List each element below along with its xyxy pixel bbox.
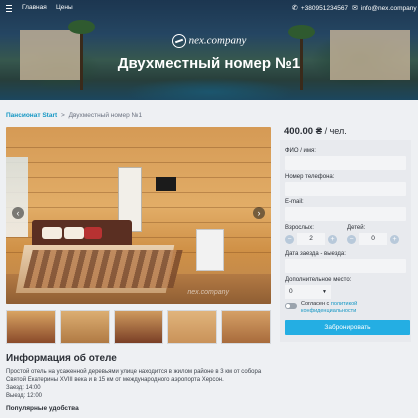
checkin-time: Заезд: 14:00: [6, 385, 41, 391]
gallery-next-button[interactable]: ›: [253, 207, 265, 219]
price-display: 400.00 ₴ / чел.: [284, 126, 347, 137]
extra-bed-select[interactable]: 0 ▼: [285, 285, 331, 299]
book-button[interactable]: Забронировать: [285, 320, 410, 335]
photo-watermark: nex.company: [187, 289, 229, 296]
phone-label: Номер телефона:: [285, 174, 335, 180]
email-contact[interactable]: ✉ info@nex.company: [352, 4, 417, 13]
nav-prices[interactable]: Цены: [56, 4, 73, 11]
bed-cover: [23, 250, 183, 288]
room-tv: [156, 177, 176, 191]
dates-field[interactable]: [285, 259, 406, 273]
children-stepper: − 0 +: [347, 233, 399, 245]
mail-icon: ✉: [352, 5, 358, 12]
adults-stepper: − 2 +: [285, 233, 337, 245]
checkin-checkout: Заезд: 14:00 Выезд: 12:00: [6, 385, 42, 400]
phone-number: +380951234567: [300, 4, 349, 12]
chevron-left-icon: ‹: [16, 208, 20, 218]
room-fridge: [196, 229, 224, 271]
phone-contact[interactable]: ✆ +380951234567: [292, 4, 349, 13]
children-plus-button[interactable]: +: [390, 234, 399, 244]
logo-text: nex.company: [188, 34, 247, 47]
price-value: 400.00 ₴: [284, 126, 323, 137]
children-label: Детей:: [347, 225, 366, 231]
chevron-right-icon: ›: [257, 208, 261, 218]
dates-label: Дата заезда - выезда:: [285, 251, 346, 257]
checkout-time: Выезд: 12:00: [6, 392, 42, 399]
nav-home[interactable]: Главная: [22, 4, 47, 11]
amenities-title: Популярные удобства: [6, 405, 79, 412]
adults-minus-button[interactable]: −: [285, 234, 294, 244]
name-field[interactable]: [285, 156, 406, 170]
hotel-info-title: Информация об отеле: [6, 353, 117, 364]
consent-toggle[interactable]: [285, 303, 297, 309]
page-title: Двухместный номер №1: [117, 55, 301, 72]
thumbnail[interactable]: [59, 310, 110, 344]
top-navigation: Главная Цены ✆ +380951234567 ✉ info@nex.…: [0, 0, 418, 18]
privacy-link-continued[interactable]: конфиденциальности: [301, 308, 356, 314]
consent-text: Согласен с политикой конфиденциальности: [301, 301, 357, 314]
logo-mark-icon: [171, 34, 186, 48]
adults-value[interactable]: 2: [297, 233, 325, 245]
photo-thumbnails: [6, 310, 271, 344]
children-minus-button[interactable]: −: [347, 234, 356, 244]
adults-label: Взрослых:: [285, 225, 314, 231]
adults-plus-button[interactable]: +: [328, 234, 337, 244]
pillow: [42, 227, 62, 239]
extra-bed-value: 0: [289, 288, 293, 295]
children-value[interactable]: 0: [359, 233, 387, 245]
breadcrumb: Пансионат Start > Двухместный номер №1: [6, 112, 142, 119]
phone-icon: ✆: [292, 5, 298, 12]
email-label: E-mail:: [285, 199, 304, 205]
menu-icon[interactable]: [6, 5, 12, 12]
thumbnail[interactable]: [221, 310, 271, 344]
chevron-down-icon: ▼: [322, 289, 327, 295]
privacy-link[interactable]: политикой: [331, 301, 357, 307]
extra-bed-label: Дополнительное место:: [285, 277, 352, 283]
thumbnail[interactable]: [113, 310, 164, 344]
email-address: info@nex.company: [360, 4, 417, 12]
red-pillow: [84, 227, 102, 239]
name-label: ФИО / имя:: [285, 148, 316, 154]
breadcrumb-link[interactable]: Пансионат Start: [6, 112, 57, 119]
phone-field[interactable]: [285, 182, 406, 196]
booking-form: ФИО / имя: Номер телефона: E-mail: Взрос…: [280, 140, 411, 342]
consent-prefix: Согласен с: [301, 301, 330, 307]
breadcrumb-separator: >: [60, 112, 65, 119]
thumbnail[interactable]: [6, 310, 56, 344]
breadcrumb-current: Двухместный номер №1: [68, 112, 143, 119]
pillow: [64, 227, 84, 239]
main-room-photo[interactable]: nex.company ‹ ›: [6, 127, 271, 304]
thumbnail[interactable]: [167, 310, 218, 344]
price-unit: / чел.: [324, 126, 347, 136]
room-window: [6, 157, 28, 237]
hotel-description: Простой отель на усаженной деревьями ули…: [6, 369, 262, 383]
email-field[interactable]: [285, 207, 406, 221]
gallery-prev-button[interactable]: ‹: [12, 207, 24, 219]
site-logo[interactable]: nex.company: [0, 34, 418, 48]
